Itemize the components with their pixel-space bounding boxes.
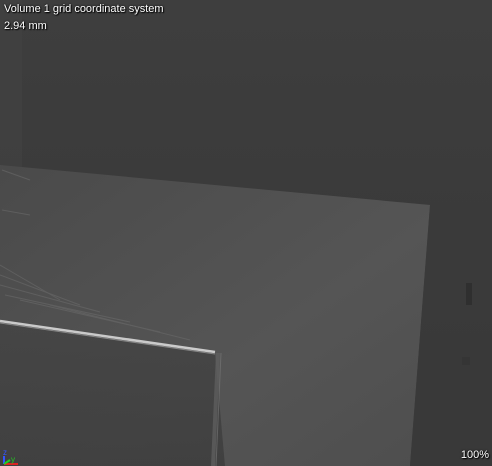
axis-triad-icon: z y	[3, 448, 18, 465]
y-axis-label: y	[11, 455, 15, 464]
ct-slice-image[interactable]	[0, 0, 492, 466]
slice-position-label: 2.94 mm	[4, 20, 47, 32]
marker-feature	[466, 283, 472, 305]
zoom-level: 100%	[460, 449, 489, 461]
slice-viewport[interactable]: Volume 1 grid coordinate system 2.94 mm …	[0, 0, 492, 466]
viewport-title: Volume 1 grid coordinate system	[4, 3, 164, 15]
z-axis-label: z	[3, 448, 7, 457]
